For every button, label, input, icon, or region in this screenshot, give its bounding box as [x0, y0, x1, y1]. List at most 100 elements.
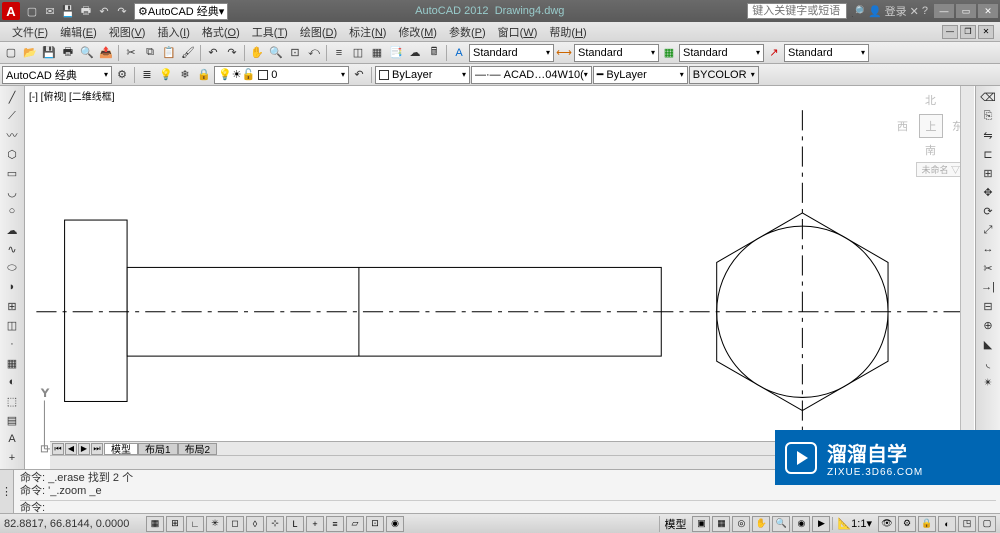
status-nav-icon[interactable]: ◎ — [732, 516, 750, 532]
menu-tools[interactable]: 工具(T) — [246, 22, 294, 42]
polar-button[interactable]: ✳ — [206, 516, 224, 532]
menu-insert[interactable]: 插入(I) — [151, 22, 195, 42]
help-search-input[interactable] — [747, 3, 847, 19]
revcloud-icon[interactable]: ☁ — [2, 221, 22, 239]
plotstyle-combo[interactable]: BYCOLOR▾ — [689, 66, 759, 84]
rotate-icon[interactable]: ⟳ — [978, 202, 998, 220]
color-combo[interactable]: ByLayer▾ — [375, 66, 470, 84]
tab-model[interactable]: 模型 — [104, 443, 138, 455]
status-wheel-icon[interactable]: ◉ — [792, 516, 810, 532]
menu-file[interactable]: 文件(F) — [6, 22, 54, 42]
status-model-label[interactable]: 模型 — [659, 516, 690, 532]
pan-icon[interactable]: ✋ — [248, 44, 266, 62]
ortho-button[interactable]: ∟ — [186, 516, 204, 532]
chamfer-icon[interactable]: ◣ — [978, 335, 998, 353]
layer-manager-icon[interactable]: ≣ — [138, 66, 156, 84]
calc-icon[interactable]: 🖩 — [425, 44, 443, 62]
lwt-button[interactable]: ≡ — [326, 516, 344, 532]
tablestyle-icon[interactable]: ▦ — [660, 44, 678, 62]
workspace-selector[interactable]: ⚙ AutoCAD 经典 ▾ — [134, 3, 228, 20]
explode-icon[interactable]: ✴ — [978, 373, 998, 391]
tab-first-icon[interactable]: ⏮ — [52, 443, 64, 455]
mtext-icon[interactable]: A — [2, 430, 22, 448]
ducs-button[interactable]: L — [286, 516, 304, 532]
gradient-icon[interactable]: ◐ — [2, 373, 22, 391]
login-label[interactable]: 登录 — [885, 3, 907, 19]
properties-icon[interactable]: ≡ — [330, 44, 348, 62]
insert-icon[interactable]: ⊞ — [2, 297, 22, 315]
viewcube-top[interactable]: 上 — [919, 114, 943, 138]
tab-next-icon[interactable]: ▶ — [78, 443, 90, 455]
menu-dimension[interactable]: 标注(N) — [343, 22, 392, 42]
publish-icon[interactable]: 📤 — [97, 44, 115, 62]
point-icon[interactable]: · — [2, 335, 22, 353]
save-icon[interactable]: 💾 — [40, 44, 58, 62]
menu-view[interactable]: 视图(V) — [103, 22, 152, 42]
qat-open-icon[interactable]: ✉ — [42, 3, 58, 19]
spline-icon[interactable]: ∿ — [2, 240, 22, 258]
circle-icon[interactable]: ○ — [2, 202, 22, 220]
region-icon[interactable]: ⬚ — [2, 392, 22, 410]
close-button[interactable]: ✕ — [978, 4, 998, 18]
anno-vis-icon[interactable]: 👁 — [878, 516, 896, 532]
3dosnap-button[interactable]: ◊ — [246, 516, 264, 532]
undo-icon[interactable]: ↶ — [204, 44, 222, 62]
zoom-rt-icon[interactable]: 🔍 — [267, 44, 285, 62]
doc-close-button[interactable]: ✕ — [978, 25, 994, 39]
extend-icon[interactable]: →| — [978, 278, 998, 296]
anno-scale[interactable]: 📐1:1▾ — [832, 517, 876, 530]
mleaderstyle-icon[interactable]: ↗ — [765, 44, 783, 62]
rectangle-icon[interactable]: ▭ — [2, 164, 22, 182]
status-zoom-icon[interactable]: 🔍 — [772, 516, 790, 532]
join-icon[interactable]: ⊕ — [978, 316, 998, 334]
snap-button[interactable]: ▦ — [146, 516, 164, 532]
preview-icon[interactable]: 🔍 — [78, 44, 96, 62]
qat-new-icon[interactable]: ▢ — [24, 3, 40, 19]
paste-icon[interactable]: 📋 — [160, 44, 178, 62]
status-layout-icon[interactable]: ▣ — [692, 516, 710, 532]
viewcube-north[interactable]: 北 — [925, 92, 936, 108]
qat-redo-icon[interactable]: ↷ — [114, 3, 130, 19]
status-iso-icon[interactable]: ◳ — [958, 516, 976, 532]
table-icon[interactable]: ▤ — [2, 411, 22, 429]
stretch-icon[interactable]: ↔ — [978, 240, 998, 258]
status-pan-icon[interactable]: ✋ — [752, 516, 770, 532]
command-prompt[interactable]: 命令: — [20, 500, 996, 515]
dim-style-combo[interactable]: Standard▾ — [574, 44, 659, 62]
break-icon[interactable]: ⊟ — [978, 297, 998, 315]
search-icon[interactable]: 🔎 — [851, 5, 865, 18]
redo-icon[interactable]: ↷ — [223, 44, 241, 62]
menu-draw[interactable]: 绘图(D) — [294, 22, 343, 42]
pline-icon[interactable]: 〰 — [2, 126, 22, 144]
mirror-icon[interactable]: ⇋ — [978, 126, 998, 144]
new-icon[interactable]: ▢ — [2, 44, 20, 62]
viewcube-ucs-badge[interactable]: 未命名 ▽ — [916, 162, 965, 177]
help-icon[interactable]: ? — [922, 5, 928, 17]
arc-icon[interactable]: ◡ — [2, 183, 22, 201]
view-cube[interactable]: 北 南 西 东 上 — [895, 90, 965, 160]
match-icon[interactable]: 🖌 — [179, 44, 197, 62]
lineweight-combo[interactable]: ━ ByLayer▾ — [593, 66, 688, 84]
tab-layout1[interactable]: 布局1 — [138, 443, 178, 455]
minimize-button[interactable]: — — [934, 4, 954, 18]
qp-button[interactable]: ⊡ — [366, 516, 384, 532]
workspace-gear-icon[interactable]: ⚙ — [113, 66, 131, 84]
grid-button[interactable]: ⊞ — [166, 516, 184, 532]
ellipse-arc-icon[interactable]: ◗ — [2, 278, 22, 296]
menu-edit[interactable]: 编辑(E) — [54, 22, 103, 42]
osnap-button[interactable]: ◻ — [226, 516, 244, 532]
qat-print-icon[interactable]: 🖶 — [78, 3, 94, 19]
erase-icon[interactable]: ⌫ — [978, 88, 998, 106]
vertical-scrollbar[interactable] — [960, 86, 974, 456]
qat-undo-icon[interactable]: ↶ — [96, 3, 112, 19]
zoom-prev-icon[interactable]: ⤺ — [305, 44, 323, 62]
viewcube-south[interactable]: 南 — [925, 142, 936, 158]
qat-save-icon[interactable]: 💾 — [60, 3, 76, 19]
layer-state-icon[interactable]: 💡 — [157, 66, 175, 84]
add-sel-icon[interactable]: + — [2, 449, 22, 467]
workspace-combo[interactable]: AutoCAD 经典▾ — [2, 66, 112, 84]
print-icon[interactable]: 🖶 — [59, 44, 77, 62]
hatch-icon[interactable]: ▦ — [2, 354, 22, 372]
doc-restore-button[interactable]: ❐ — [960, 25, 976, 39]
cut-icon[interactable]: ✂ — [122, 44, 140, 62]
